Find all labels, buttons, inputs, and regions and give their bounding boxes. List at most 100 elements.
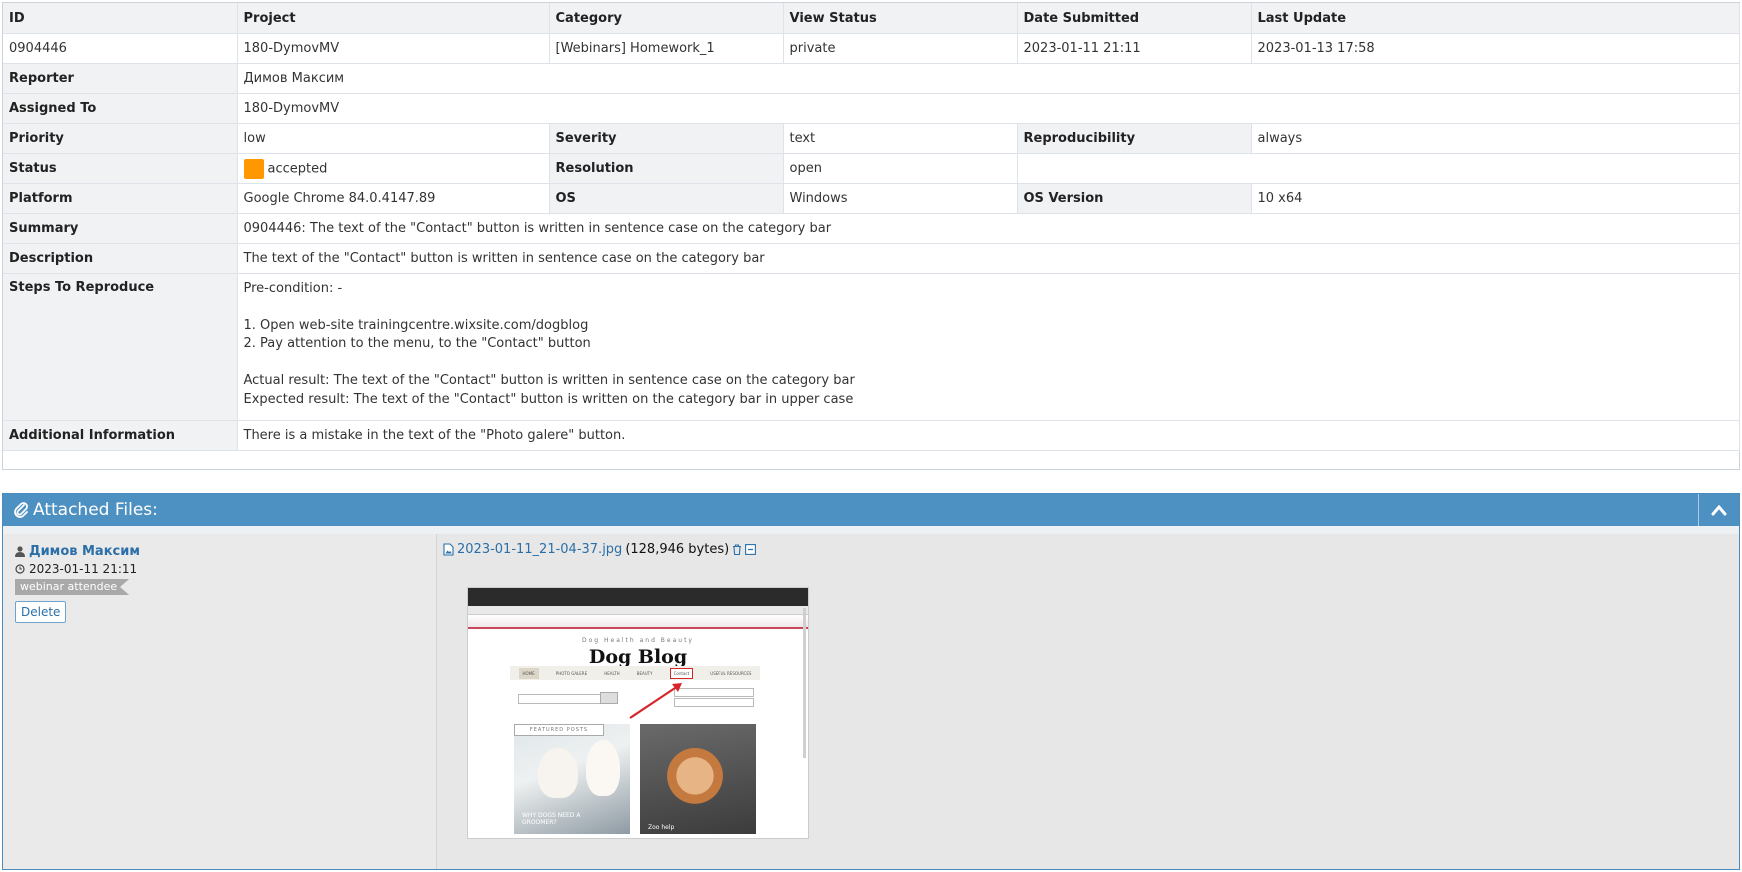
platform-label: Platform [3,183,238,214]
steps-expected-result: Expected result: The text of the "Contac… [243,391,854,407]
preview-banner [468,615,808,629]
os-version-value: 10 x64 [1251,183,1740,214]
attached-files-body: Димов Максим 2023-01-11 21:11 webinar at… [3,534,1739,869]
additional-value: There is a mistake in the text of the "P… [237,420,1740,451]
preview-post-2-caption: Zoo help [648,824,675,831]
collapse-icon[interactable] [745,544,757,555]
uploader-date-text: 2023-01-11 21:11 [29,562,138,576]
additional-row: Additional Information There is a mistak… [3,420,1740,451]
description-row: Description The text of the "Contact" bu… [3,243,1740,274]
status-cell: accepted [237,153,550,184]
preview-menu-contact: Contact [669,667,694,679]
uploader-role-tag: webinar attendee [15,579,130,595]
summary-row: Summary 0904446: The text of the "Contac… [3,213,1740,244]
attachment-preview-image[interactable]: Dog Health and Beauty Dog Blog HOME PHOT… [468,588,808,838]
preview-post-1-caption: WHY DOGS NEED A GROOMER? [522,812,581,826]
header-row: ID Project Category View Status Date Sub… [3,3,1740,34]
attached-files-title-text: Attached Files: [33,500,158,520]
steps-label: Steps To Reproduce [3,273,238,421]
preview-menu-beauty: BEAUTY [636,670,653,676]
issue-project: 180-DymovMV [237,33,550,64]
steps-precondition: Pre-condition: - [243,281,343,296]
reproducibility-value: always [1251,123,1740,154]
assigned-row: Assigned To 180-DymovMV [3,93,1740,124]
reporter-value: Димов Максим [237,63,1740,94]
preview-red-arrow [629,683,682,719]
preview-browser-tabs [468,588,808,606]
assigned-label: Assigned To [3,93,238,124]
issue-id: 0904446 [3,33,238,64]
steps-actual-result: Actual result: The text of the "Contact"… [243,373,855,389]
attached-files-widget: Attached Files: Димов Максим 2023-01-11 … [2,493,1740,870]
preview-menu-health: HEALTH [604,670,620,676]
uploader-date: 2023-01-11 21:11 [15,562,424,576]
severity-value: text [783,123,1018,154]
priority-label: Priority [3,123,238,154]
os-label: OS [549,183,784,214]
issue-last-update: 2023-01-13 17:58 [1251,33,1740,64]
summary-label: Summary [3,213,238,244]
preview-kicker: Dog Health and Beauty [581,637,694,644]
resolution-value: open [783,153,1018,184]
preview-dog-3 [664,748,726,810]
date-submitted-header: Date Submitted [1017,3,1252,34]
priority-row: Priority low Severity text Reproducibili… [3,123,1740,154]
issue-view-status: private [783,33,1018,64]
summary-value: 0904446: The text of the "Contact" butto… [237,213,1740,244]
status-row: Status accepted Resolution open [3,153,1740,184]
issue-category: [Webinars] Homework_1 [549,33,784,64]
reproducibility-label: Reproducibility [1017,123,1252,154]
steps-step-1: 1. Open web-site trainingcentre.wixsite.… [243,317,589,333]
status-label: Status [3,153,238,184]
id-header: ID [3,3,238,34]
issue-date-submitted: 2023-01-11 21:11 [1017,33,1252,64]
image-file-icon [443,543,454,556]
attachment-file-link[interactable]: 2023-01-11_21-04-37.jpg [457,542,622,557]
preview-featured-label: FEATURED POSTS [514,724,604,736]
delete-button[interactable]: Delete [15,601,67,623]
attachment-file-line: 2023-01-11_21-04-37.jpg (128,946 bytes) [443,542,1733,557]
assigned-value: 180-DymovMV [237,93,1740,124]
issue-values-row: 0904446 180-DymovMV [Webinars] Homework_… [3,33,1740,64]
uploader-name-link[interactable]: Димов Максим [29,544,140,559]
severity-label: Severity [549,123,784,154]
clock-icon [15,564,25,574]
description-value: The text of the "Contact" button is writ… [237,243,1740,274]
preview-menu: HOME PHOTO GALERE HEALTH BEAUTY Contact … [510,666,760,680]
additional-label: Additional Information [3,420,238,451]
status-value: accepted [267,161,328,176]
issue-details-table: ID Project Category View Status Date Sub… [3,3,1740,451]
preview-search-box [518,694,602,704]
chevron-up-icon [1711,504,1727,516]
preview-menu-home: HOME [518,667,539,679]
preview-menu-gallery: PHOTO GALERE [555,670,588,676]
preview-search-button [600,692,618,704]
attachment-file-size: (128,946 bytes) [625,542,730,557]
issue-details-panel: ID Project Category View Status Date Sub… [2,2,1740,470]
status-empty-cell [1017,153,1740,184]
status-color-swatch [243,158,264,179]
platform-row: Platform Google Chrome 84.0.4147.89 OS W… [3,183,1740,214]
resolution-label: Resolution [549,153,784,184]
steps-step-2: 2. Pay attention to the menu, to the "Co… [243,336,591,352]
category-header: Category [549,3,784,34]
preview-dog-1 [538,748,578,798]
uploader-info: Димов Максим 2023-01-11 21:11 webinar at… [3,534,437,869]
trash-icon[interactable] [732,544,742,555]
attached-files-header: Attached Files: [3,494,1739,526]
preview-menu-resources: USEFUL RESOURCES [710,670,752,676]
uploader-user: Димов Максим [15,544,424,559]
collapse-widget-button[interactable] [1698,494,1739,526]
os-value: Windows [783,183,1018,214]
user-icon [15,546,25,557]
last-update-header: Last Update [1251,3,1740,34]
description-label: Description [3,243,238,274]
steps-value: Pre-condition: - 1. Open web-site traini… [237,273,1740,421]
attached-files-title: Attached Files: [13,500,158,520]
os-version-label: OS Version [1017,183,1252,214]
preview-address-bar [468,606,808,615]
reporter-row: Reporter Димов Максим [3,63,1740,94]
view-status-header: View Status [783,3,1018,34]
priority-value: low [237,123,550,154]
reporter-label: Reporter [3,63,238,94]
